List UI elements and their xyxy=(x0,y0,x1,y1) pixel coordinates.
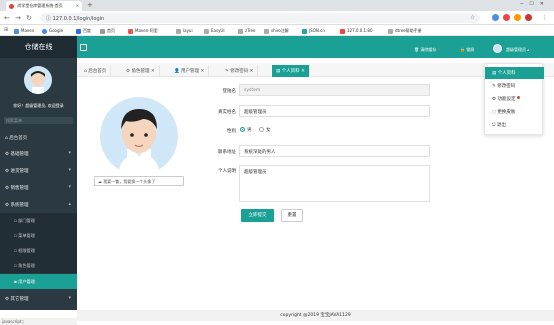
browser-tab-bar xyxy=(0,0,554,11)
bookmark-item[interactable]: Google xyxy=(42,28,63,34)
tab-title: 尚学堂仓库管理系统-首页 xyxy=(17,3,63,8)
gender-male-radio[interactable]: 男 xyxy=(240,127,252,133)
bookmark-item[interactable]: JSON.cn xyxy=(302,28,325,34)
menu-item-settings[interactable]: ⚙ 功能设定 xyxy=(485,93,544,105)
profile-avatar xyxy=(100,97,178,175)
sidebar-item-system[interactable]: ⚙ 系统管理 ▴ xyxy=(0,197,77,213)
tab-role[interactable]: ⚙ 角色管理 ✕ xyxy=(122,65,160,77)
close-icon: ✕ xyxy=(301,69,305,74)
chevron-up-icon: ▴ xyxy=(68,201,71,207)
reload-icon[interactable]: ↻ xyxy=(26,14,32,22)
sidebar-avatar xyxy=(24,66,52,94)
sidebar-subitem-role[interactable]: ▫ 角色管理 xyxy=(0,258,77,273)
close-tab-icon[interactable]: ✕ xyxy=(76,3,79,8)
menu-toggle-icon[interactable] xyxy=(80,44,87,51)
sidebar-greeting: 你好！超级管理员, 欢迎登录 xyxy=(13,103,64,108)
menu-icon[interactable]: ⋮ xyxy=(542,14,548,21)
menu-item-skin[interactable]: ◌ 更换皮肤 xyxy=(485,106,544,118)
bookmark-item[interactable]: dtree帮助手册 xyxy=(388,28,422,34)
bookmark-item[interactable]: shiro注解 xyxy=(264,28,289,34)
reset-button[interactable]: 重置 xyxy=(281,209,303,222)
login-name-field[interactable]: system xyxy=(239,84,430,96)
bookmark-item[interactable]: 127.0.0.1:80 xyxy=(340,28,373,34)
login-name-label: 登陆名 xyxy=(222,89,237,94)
menu-item-logout[interactable]: ⎋ 退出 xyxy=(485,119,544,131)
status-bar: javascript:; xyxy=(0,318,77,325)
clear-cache-button[interactable]: 🗑 清除缓存 • xyxy=(414,47,440,53)
submit-button[interactable]: 立即提交 xyxy=(241,209,274,222)
tab-home[interactable]: ⌂ 后台首页 xyxy=(80,65,112,77)
bookmark-star-icon[interactable]: ☆ xyxy=(470,14,475,21)
sidebar-item-basic[interactable]: ⚙ 基础管理 ▾ xyxy=(0,146,77,162)
tab-user[interactable]: 👤 用户管理 ✕ xyxy=(170,65,210,77)
back-icon[interactable]: ← xyxy=(4,14,10,22)
user-menu-button[interactable]: 超级管理员 ▴ xyxy=(506,47,529,53)
window-controls[interactable]: ─☐✕ xyxy=(520,1,550,7)
chevron-down-icon: ▾ xyxy=(68,295,71,301)
bookmark-item[interactable]: EasyUI xyxy=(204,28,225,34)
chevron-down-icon: ▾ xyxy=(68,167,71,173)
sidebar-item-sales[interactable]: ⚙ 销售管理 ▾ xyxy=(0,180,77,196)
app-logo: 仓储在线 xyxy=(0,36,77,58)
remark-textarea[interactable]: 超级管理员 xyxy=(239,165,430,202)
forward-icon[interactable]: → xyxy=(15,14,21,22)
extension-icon[interactable] xyxy=(492,14,499,21)
sidebar-subitem-menu[interactable]: ▫ 菜单管理 xyxy=(0,228,77,243)
real-name-field[interactable]: 超级管理员 xyxy=(239,105,430,117)
bookmark-item[interactable]: zTree xyxy=(238,28,255,34)
gender-label: 性别 xyxy=(227,129,236,134)
real-name-label: 真实姓名 xyxy=(218,110,236,115)
menu-item-password[interactable]: ✎ 修改密码 xyxy=(485,80,544,92)
new-tab-button[interactable]: + xyxy=(87,1,93,9)
remark-label: 个人说明 xyxy=(218,169,236,174)
notification-dot xyxy=(517,96,521,99)
bookmark-item[interactable]: 首页 xyxy=(100,28,115,34)
url-text: 127.0.0.1/login/login xyxy=(52,16,105,22)
sidebar-subitem-dept[interactable]: ▫ 部门管理 xyxy=(0,213,77,228)
bookmark-item[interactable]: layui xyxy=(176,28,193,34)
url-field[interactable]: ⓘ 127.0.0.1/login/login xyxy=(40,13,480,23)
user-dropdown-menu: ▤ 个人资料 ✎ 修改密码 ⚙ 功能设定 ◌ 更换皮肤 ⎋ 退出 xyxy=(484,63,544,135)
extension-icon[interactable] xyxy=(525,14,532,21)
chevron-down-icon: ▾ xyxy=(68,184,71,190)
sidebar-subitem-permission[interactable]: ▫ 权限管理 xyxy=(0,243,77,258)
address-label: 联系地址 xyxy=(218,150,236,155)
avatar-illustration xyxy=(31,71,45,94)
close-icon: ✕ xyxy=(150,69,155,74)
bookmark-item[interactable]: Maven xyxy=(14,28,34,34)
bookmarks-bar: ⊞ Maven Google 百度 首页 Maven-阿里 layui Easy… xyxy=(0,25,554,36)
sidebar-search-input[interactable]: 搜索菜单 xyxy=(4,117,73,124)
change-avatar-button[interactable]: ☁ 我要一瞥，我要换一个头像了 xyxy=(94,176,184,186)
address-field[interactable]: 系统深处的男人 xyxy=(239,145,430,157)
user-avatar[interactable] xyxy=(493,44,502,53)
footer-copyright: copyright @2019 宝宝JAVA1129 xyxy=(77,310,554,321)
avatar-illustration xyxy=(118,109,160,175)
sidebar-item-other[interactable]: ⚙ 其它管理 ▾ xyxy=(0,291,77,307)
sidebar-item-purchase[interactable]: ⚙ 进货管理 ▾ xyxy=(0,163,77,179)
tab-password[interactable]: ✎ 修改密码 ✕ xyxy=(221,65,259,77)
menu-item-profile[interactable]: ▤ 个人资料 xyxy=(485,67,544,79)
address-bar: ← → ↻ ⓘ 127.0.0.1/login/login ☆ ⋮ xyxy=(0,11,554,25)
lock-screen-button[interactable]: 🔒 锁屏 xyxy=(460,47,474,53)
extension-icon[interactable] xyxy=(503,14,510,21)
close-icon: ✕ xyxy=(200,69,205,74)
gender-radio-group: 男 女 xyxy=(240,127,270,133)
site-favicon-icon xyxy=(9,3,14,9)
apps-icon[interactable]: ⊞ xyxy=(4,27,8,33)
tab-profile[interactable]: ▤ 个人资料 ✕ xyxy=(272,65,310,77)
bookmark-item[interactable]: Maven-阿里 xyxy=(128,28,158,34)
sidebar-subitem-user[interactable]: ▪ 用户管理 xyxy=(0,274,77,289)
chevron-down-icon: ▾ xyxy=(68,150,71,156)
sidebar-item-home[interactable]: ⌂ 后台首页 xyxy=(0,130,77,146)
browser-tab[interactable]: 尚学堂仓库管理系统-首页 ✕ xyxy=(6,1,82,11)
extension-icon[interactable] xyxy=(514,14,521,21)
gender-female-radio[interactable]: 女 xyxy=(258,127,270,133)
close-icon: ✕ xyxy=(249,69,254,74)
bookmark-item[interactable]: 百度 xyxy=(76,28,91,34)
